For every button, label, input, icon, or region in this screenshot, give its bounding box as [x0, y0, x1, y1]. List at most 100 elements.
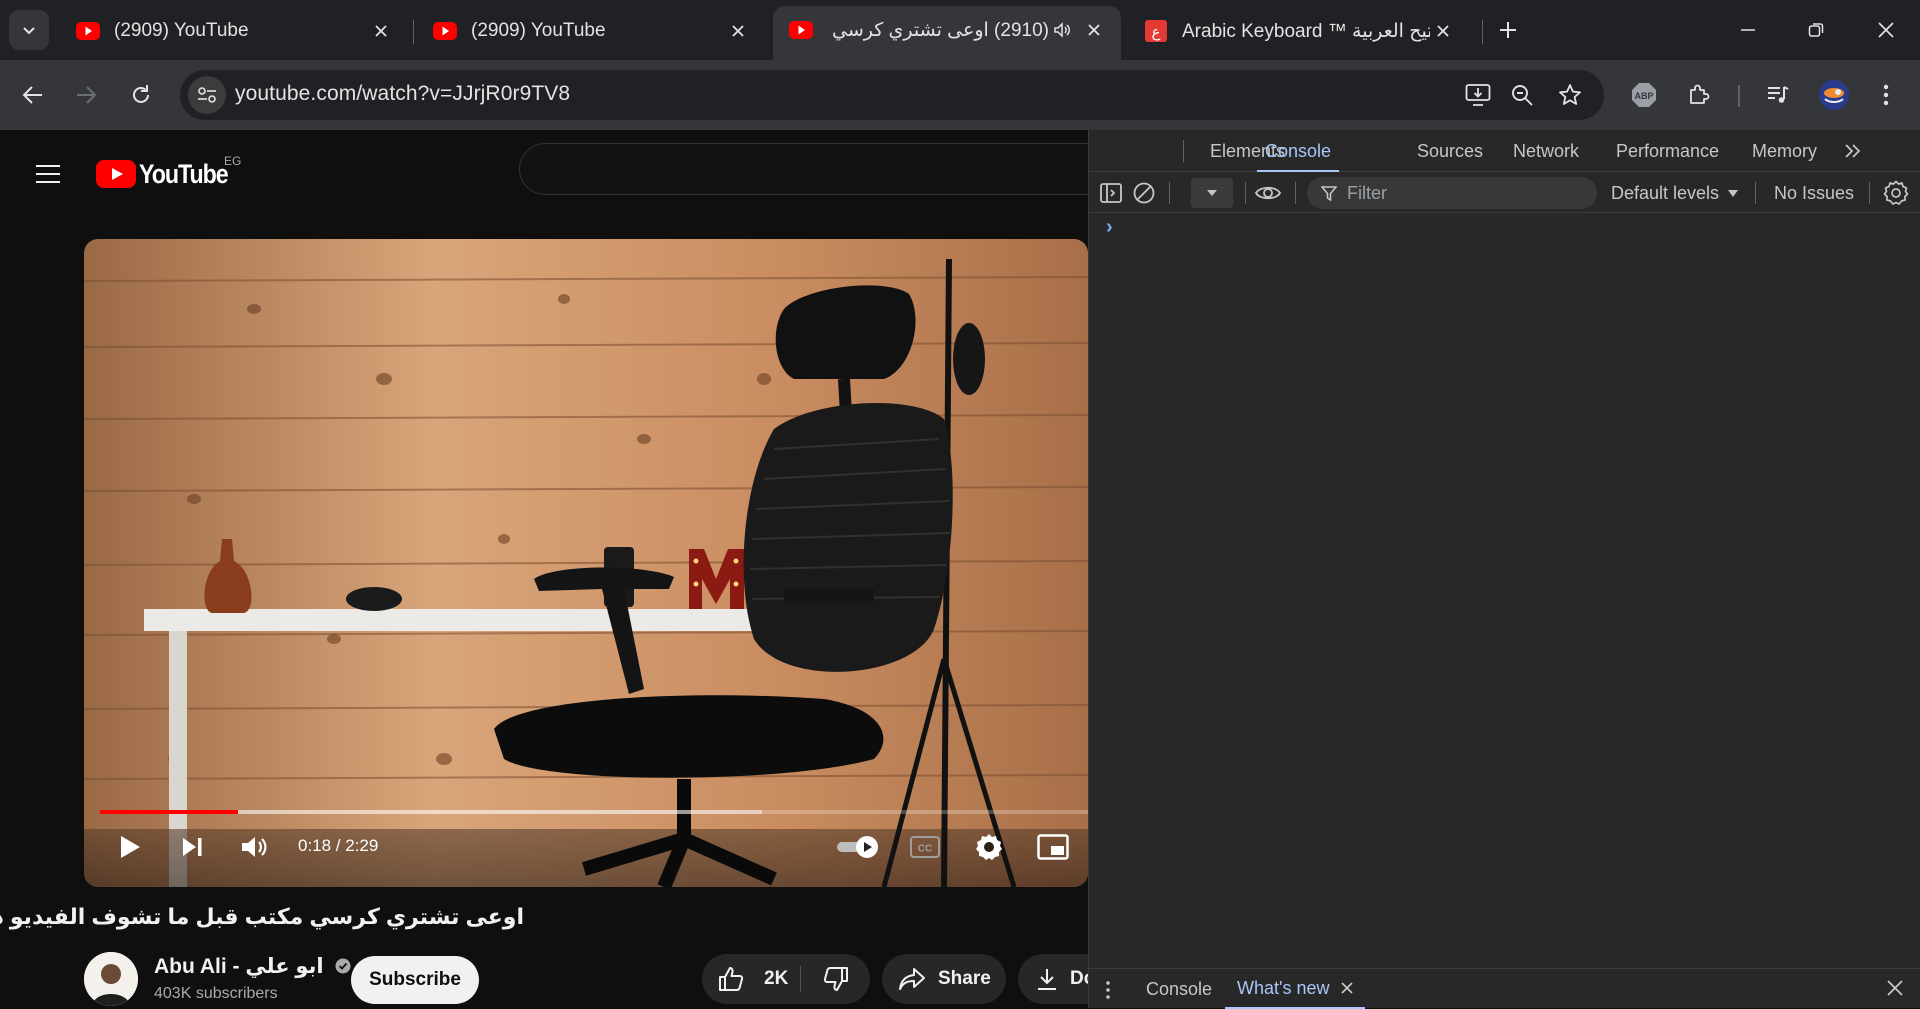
context-select[interactable]: [1191, 178, 1233, 208]
progress-track[interactable]: [100, 810, 1088, 814]
devtools-tab-network[interactable]: Network: [1513, 130, 1579, 172]
share-button[interactable]: Share: [882, 954, 1006, 1004]
minimize-button[interactable]: [1714, 0, 1782, 60]
channel-avatar[interactable]: [84, 952, 138, 1006]
closed-captions-icon: CC: [910, 836, 940, 858]
youtube-logo[interactable]: YouTube EG: [96, 154, 242, 194]
restore-button[interactable]: [1782, 0, 1850, 60]
sidebar-toggle-button[interactable]: [1099, 181, 1123, 205]
chrome-menu-button[interactable]: [1864, 73, 1908, 117]
play-button[interactable]: [106, 823, 154, 871]
clear-circle-icon: [1133, 182, 1155, 204]
issues-counter[interactable]: No Issues: [1774, 183, 1854, 204]
volume-icon: [242, 837, 267, 857]
download-button[interactable]: Do: [1018, 954, 1088, 1004]
hamburger-menu-icon: [36, 165, 60, 183]
toolbar-separator: [1755, 182, 1756, 204]
play-icon: [121, 836, 140, 858]
download-label: Do: [1070, 968, 1088, 989]
devtools-tab-console[interactable]: Console: [1257, 130, 1340, 172]
drawer-tab-console[interactable]: Console: [1146, 979, 1212, 1000]
tab-close-icon[interactable]: [1430, 18, 1456, 44]
close-drawer-button[interactable]: [1887, 980, 1905, 998]
arrow-right-icon: [77, 86, 97, 104]
url-text[interactable]: youtube.com/watch?v=JJrjR0r9TV8: [235, 82, 570, 106]
drawer-tab-whats-new[interactable]: What's new: [1225, 969, 1366, 1009]
tab-search-button[interactable]: [9, 10, 49, 50]
media-controls-button[interactable]: [1756, 73, 1800, 117]
video-player[interactable]: 0:18 / 2:29 CC: [84, 239, 1088, 887]
subscribe-button[interactable]: Subscribe: [351, 956, 479, 1004]
puzzle-icon: [1690, 84, 1710, 104]
new-tab-button[interactable]: [1474, 0, 1542, 60]
more-tabs-button[interactable]: [1841, 139, 1865, 163]
live-expression-button[interactable]: [1253, 181, 1283, 205]
settings-button[interactable]: [966, 825, 1012, 869]
youtube-search-box[interactable]: [519, 143, 1088, 195]
zoom-icon[interactable]: [1502, 75, 1542, 115]
devtools-tab-bar: Elements Console Sources Network Perform…: [1089, 130, 1920, 172]
back-button[interactable]: [11, 73, 55, 117]
svg-text:ع: ع: [1152, 23, 1161, 41]
youtube-logo-text: YouTube: [139, 158, 229, 189]
drawer-menu-button[interactable]: [1103, 979, 1113, 1001]
filter-funnel-icon: [1321, 186, 1337, 201]
devtools-tab-sources[interactable]: Sources: [1417, 130, 1483, 172]
speaker-icon[interactable]: [1049, 17, 1075, 43]
tab-youtube-active[interactable]: (2910) اوعى تشتري كرسي مكـ: [773, 6, 1121, 60]
guide-menu-button[interactable]: [26, 152, 70, 196]
tab-separator: [413, 20, 414, 44]
arabic-keyboard-favicon-icon: ع: [1144, 19, 1168, 43]
skip-next-icon: [183, 838, 202, 856]
youtube-favicon-icon: [789, 18, 813, 42]
toolbar-separator: [1738, 85, 1740, 107]
bookmark-star-icon[interactable]: [1550, 75, 1590, 115]
tab-title: (2909) YouTube: [471, 20, 606, 41]
like-count: 2K: [764, 968, 789, 989]
install-app-icon[interactable]: [1458, 75, 1498, 115]
devtools-tab-performance[interactable]: Performance: [1616, 130, 1719, 172]
site-info-icon[interactable]: [188, 76, 226, 114]
gear-icon: [976, 834, 1002, 860]
clear-console-button[interactable]: [1132, 181, 1156, 205]
miniplayer-button[interactable]: [1030, 825, 1076, 869]
tab-close-icon[interactable]: [368, 18, 394, 44]
toolbar-separator: [1169, 182, 1170, 204]
next-video-button[interactable]: [170, 823, 214, 871]
autoplay-toggle[interactable]: [834, 825, 882, 869]
adblock-extension-button[interactable]: ABP: [1622, 73, 1666, 117]
verified-badge-icon: [335, 958, 351, 974]
autoplay-toggle-icon: [837, 836, 878, 858]
devtools-separator: [1183, 140, 1184, 162]
like-button[interactable]: 2K: [702, 954, 800, 1004]
console-filter-input[interactable]: Filter: [1307, 177, 1597, 209]
profile-avatar[interactable]: [1812, 73, 1856, 117]
tab-youtube-1[interactable]: (2909) YouTube: [60, 8, 408, 54]
dislike-button[interactable]: [802, 954, 870, 1004]
tab-youtube-2[interactable]: (2909) YouTube: [417, 8, 765, 54]
miniplayer-icon: [1037, 834, 1069, 860]
share-label: Share: [938, 968, 991, 989]
tab-close-icon[interactable]: [725, 18, 751, 44]
address-bar[interactable]: youtube.com/watch?v=JJrjR0r9TV8: [180, 70, 1604, 120]
share-arrow-icon: [899, 968, 925, 990]
close-window-button[interactable]: [1852, 0, 1920, 60]
log-levels-dropdown[interactable]: Default levels: [1611, 177, 1739, 209]
devtools-tab-memory[interactable]: Memory: [1752, 130, 1817, 172]
adblock-icon: ABP: [1632, 83, 1656, 107]
tab-arabic-keyboard[interactable]: ع Arabic Keyboard ™ مفاتيح العربية: [1128, 8, 1470, 54]
subtitles-button[interactable]: CC: [902, 825, 948, 869]
close-icon[interactable]: [1341, 982, 1354, 994]
console-prompt[interactable]: ›: [1106, 216, 1113, 239]
channel-name[interactable]: Abu Ali - ابو علي: [154, 954, 351, 979]
console-settings-button[interactable]: [1883, 180, 1909, 206]
svg-text:ABP: ABP: [1634, 91, 1653, 101]
mute-button[interactable]: [232, 823, 276, 871]
tab-title: Arabic Keyboard ™ مفاتيح العربية: [1182, 20, 1430, 42]
tab-close-icon[interactable]: [1081, 17, 1107, 43]
tab-strip: (2909) YouTube (2909) YouTube (2910) اوع…: [0, 0, 1920, 60]
reload-button[interactable]: [119, 73, 163, 117]
gear-icon: [1883, 180, 1909, 205]
forward-button[interactable]: [64, 73, 108, 117]
extensions-button[interactable]: [1677, 73, 1721, 117]
